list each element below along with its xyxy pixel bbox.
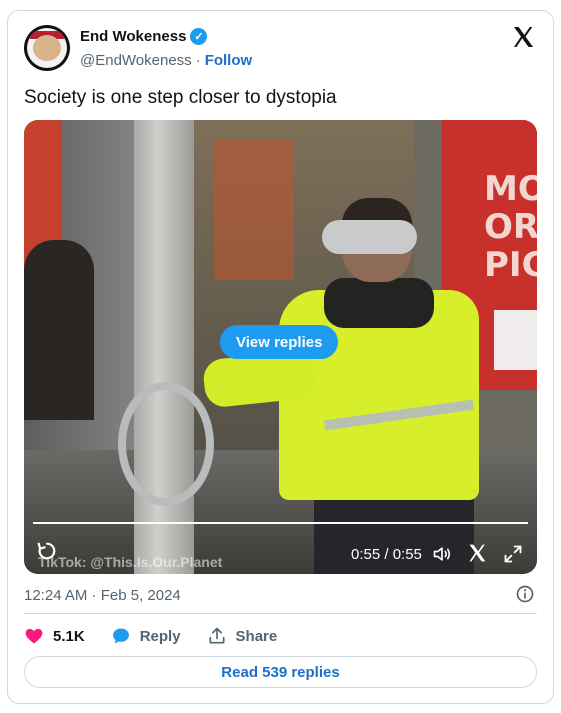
like-count: 5.1K — [53, 627, 85, 645]
scene-sign-text: MO OR PIC — [484, 169, 537, 285]
tweet-card: End Wokeness ✓ @EndWokeness · Follow Soc… — [7, 10, 554, 704]
scene-reflection — [214, 140, 294, 280]
scene-hubcap — [118, 382, 214, 506]
scene-sign-white — [494, 310, 537, 370]
share-button[interactable]: Share — [207, 626, 278, 646]
reply-bubble-icon — [112, 628, 129, 644]
scene-worker-collar — [324, 278, 434, 328]
x-logo-small-icon[interactable] — [467, 543, 487, 563]
progress-bar[interactable] — [33, 522, 528, 524]
reply-label: Reply — [139, 627, 181, 645]
author-name-row: End Wokeness ✓ — [80, 28, 208, 45]
volume-icon[interactable] — [431, 544, 453, 564]
action-bar: 5.1K Reply Share — [24, 626, 277, 646]
tiktok-watermark: TikTok: @This.Is.Our.Planet — [38, 554, 223, 570]
scene-headset — [322, 220, 417, 254]
info-icon[interactable] — [515, 584, 535, 604]
display-name[interactable]: End Wokeness — [80, 28, 186, 45]
share-icon — [209, 627, 225, 644]
scene-person-left — [24, 240, 94, 420]
x-logo-icon[interactable] — [511, 25, 535, 49]
handle-row: @EndWokeness · Follow — [80, 52, 252, 69]
share-label: Share — [235, 627, 278, 645]
avatar[interactable] — [24, 25, 70, 71]
fullscreen-icon[interactable] — [503, 544, 523, 564]
video-time: 0:55 / 0:55 — [351, 546, 422, 563]
tweet-text: Society is one step closer to dystopia — [24, 87, 337, 108]
separator: · — [195, 52, 201, 69]
view-replies-button[interactable]: View replies — [220, 325, 339, 359]
tweet-timestamp[interactable]: 12:24 AM · Feb 5, 2024 — [24, 587, 181, 604]
follow-link[interactable]: Follow — [205, 52, 253, 69]
divider — [24, 613, 537, 614]
heart-icon — [25, 628, 43, 644]
read-replies-button[interactable]: Read 539 replies — [24, 656, 537, 688]
video-player[interactable]: MO OR PIC View replies TikTok: @This.Is.Ou… — [24, 120, 537, 574]
verified-badge-icon: ✓ — [190, 28, 208, 45]
handle[interactable]: @EndWokeness — [80, 52, 192, 69]
like-button[interactable]: 5.1K — [24, 626, 85, 646]
reply-button[interactable]: Reply — [111, 626, 181, 646]
